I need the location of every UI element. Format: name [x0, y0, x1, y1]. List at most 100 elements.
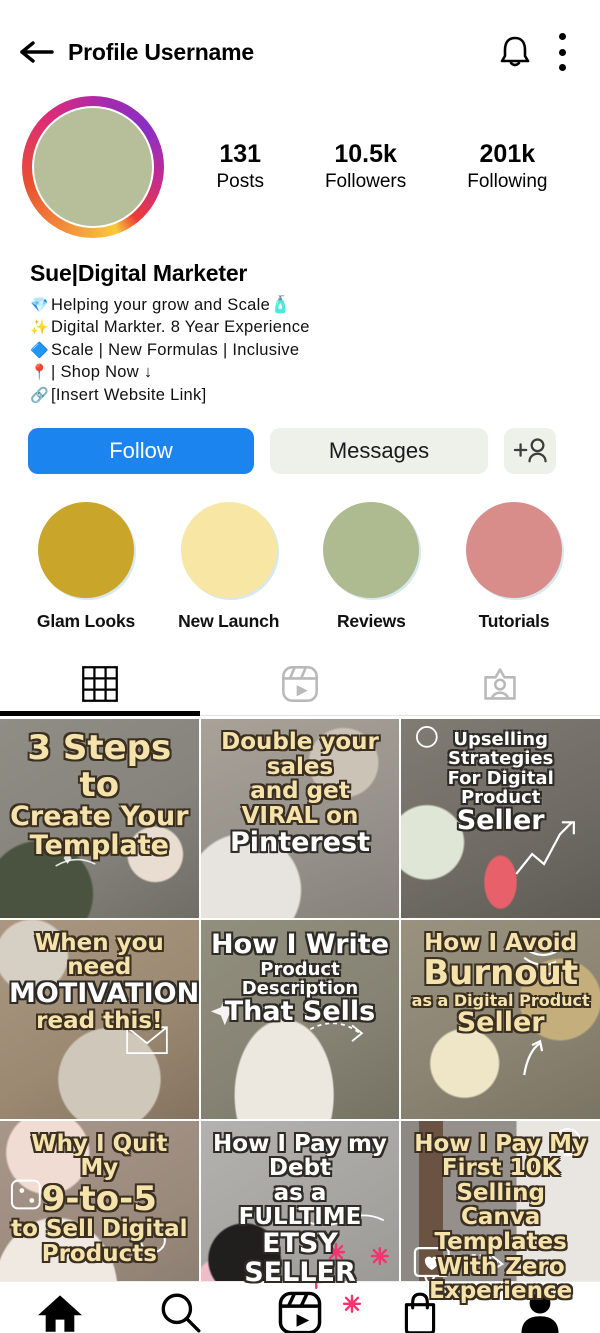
caption-line: to Sell Digital: [11, 1216, 188, 1243]
caption-line: How I Pay My: [414, 1130, 588, 1157]
post-caption: How I Avoid Burnout as a Digital Product…: [401, 920, 600, 1038]
highlight-cover: [38, 502, 134, 599]
blue-diamond-icon: 🔷: [30, 341, 49, 359]
caption-line: Create Your: [10, 800, 189, 832]
bio-line: 📍 | Shop Now ↓: [30, 361, 578, 383]
post-caption: How I Pay My First 10K Selling Canva Tem…: [401, 1121, 600, 1304]
caption-line: 9-to-5: [41, 1178, 157, 1219]
post-overlay: How I Pay My First 10K Selling Canva Tem…: [401, 1121, 600, 1320]
caption-line: Template: [29, 829, 169, 861]
kebab-menu-icon[interactable]: [558, 33, 566, 71]
avatar[interactable]: [22, 96, 164, 238]
add-user-icon: [510, 434, 550, 469]
bio-line-text: | Shop Now ↓: [50, 363, 153, 382]
story-highlights-row: Glam Looks New Launch Reviews Tutorials: [0, 474, 600, 632]
post-tile[interactable]: 3 Steps to Create Your Template: [0, 719, 199, 918]
caption-line: read this!: [36, 1007, 163, 1034]
following-label: Following: [467, 170, 548, 192]
caption-line: Seller: [456, 1006, 545, 1038]
highlight-label: Glam Looks: [36, 611, 136, 632]
tab-grid[interactable]: [0, 658, 200, 717]
caption-line: First 10K Selling: [441, 1155, 560, 1206]
caption-line-brand: Pinterest: [229, 826, 371, 858]
post-caption: Why I Quit My 9-to-5 to Sell Digital Pro…: [0, 1121, 199, 1267]
display-name: Sue|Digital Marketer: [30, 260, 248, 286]
post-tile[interactable]: How I Pay My First 10K Selling Canva Tem…: [401, 1120, 600, 1320]
tagged-person-icon: [480, 664, 520, 709]
top-bar: Profile Username: [0, 16, 600, 88]
posts-label: Posts: [216, 170, 264, 192]
sparkles-icon: ✨: [30, 319, 49, 337]
bio-line-text: Digital Markter. 8 Year Experience: [50, 318, 310, 337]
post-tile[interactable]: Why I Quit My 9-to-5 to Sell Digital Pro…: [0, 1120, 199, 1320]
bio-line-text: Helping your grow and Scale🧴: [50, 296, 291, 314]
caption-line: For Digital Product: [447, 767, 554, 808]
bio-line: ✨ Digital Markter. 8 Year Experience: [30, 316, 578, 338]
caption-line: ETSY SELLER: [244, 1227, 356, 1288]
profile-header: 131 Posts 10.5k Followers 201k Following: [0, 92, 600, 242]
follow-button[interactable]: Follow: [28, 428, 254, 475]
post-caption: How I Pay my Debt as a FULLTIME ETSY SEL…: [201, 1121, 400, 1288]
caption-line: Product Description: [241, 958, 359, 999]
stat-following[interactable]: 201k Following: [467, 140, 547, 194]
caption-line: Double your sales: [221, 729, 379, 780]
tab-reels[interactable]: [200, 658, 400, 715]
post-caption: Double your sales and get VIRAL on Pinte…: [201, 719, 400, 857]
post-grid: 3 Steps to Create Your Template Double y…: [0, 719, 600, 1320]
grid-icon: [81, 665, 119, 708]
highlight-tutorials[interactable]: Tutorials: [448, 502, 580, 632]
bio-line: 🔷 Scale | New Formulas | Inclusive: [30, 339, 578, 361]
caption-line: 3 Steps to: [27, 728, 172, 805]
link-icon: 🔗: [30, 386, 49, 404]
action-buttons-row: Follow Messages: [0, 406, 600, 475]
followers-label: Followers: [324, 170, 407, 192]
bio-website-line[interactable]: 🔗 [Insert Website Link]: [30, 384, 578, 406]
caption-line: and get VIRAL on: [241, 778, 359, 830]
post-caption: When you need MOTIVATION read this!: [0, 920, 199, 1034]
tab-tagged[interactable]: [400, 658, 600, 715]
following-count: 201k: [479, 139, 536, 168]
post-tile[interactable]: How I Pay my Debt as a FULLTIME ETSY SEL…: [200, 1120, 400, 1320]
caption-line: When you need: [34, 929, 164, 981]
highlight-label: Reviews: [336, 611, 406, 632]
back-arrow-icon[interactable]: [18, 37, 58, 67]
stat-followers[interactable]: 10.5k Followers: [325, 140, 406, 194]
bell-icon[interactable]: [494, 31, 536, 73]
post-caption: How I Write Product Description That Sel…: [201, 920, 400, 1027]
highlight-glam-looks[interactable]: Glam Looks: [20, 502, 152, 632]
caption-line: That Sells: [224, 996, 376, 1028]
post-tile[interactable]: How I Avoid Burnout as a Digital Product…: [401, 919, 600, 1119]
stat-posts[interactable]: 131 Posts: [216, 140, 264, 194]
caption-line: MOTIVATION: [9, 978, 199, 1010]
post-tile[interactable]: How I Write Product Description That Sel…: [200, 919, 400, 1119]
highlight-cover: [465, 502, 562, 599]
profile-tabs: [0, 658, 600, 717]
post-tile[interactable]: Double your sales and get VIRAL on Pinte…: [200, 719, 400, 918]
highlight-new-launch[interactable]: New Launch: [163, 502, 295, 632]
bio-line: 💎 Helping your grow and Scale🧴: [30, 294, 578, 316]
highlight-reviews[interactable]: Reviews: [305, 502, 437, 632]
highlight-cover: [323, 502, 420, 599]
post-tile[interactable]: Upselling Strategies For Digital Product…: [401, 719, 600, 918]
messages-button[interactable]: Messages: [270, 428, 488, 475]
caption-line: Canva Templates: [434, 1204, 567, 1255]
caption-line: Seller: [456, 805, 545, 837]
caption-line: Upselling Strategies: [447, 729, 554, 770]
caption-line: Why I Quit My: [31, 1130, 168, 1182]
post-caption: 3 Steps to Create Your Template: [0, 719, 199, 861]
highlight-label: Tutorials: [478, 611, 550, 632]
caption-line: How I Pay my Debt: [213, 1130, 387, 1182]
gem-icon: 💎: [30, 297, 49, 314]
add-user-button[interactable]: [504, 428, 556, 475]
highlight-cover: [180, 502, 277, 599]
bio-line-text: Scale | New Formulas | Inclusive: [50, 340, 300, 359]
caption-line: as a FULLTIME: [238, 1179, 362, 1231]
post-tile[interactable]: When you need MOTIVATION read this!: [0, 919, 199, 1119]
highlight-label: New Launch: [178, 611, 280, 632]
stats-row: 131 Posts 10.5k Followers 201k Following: [164, 140, 578, 194]
bio-section: Sue|Digital Marketer 💎 Helping your grow …: [0, 242, 600, 406]
caption-line: Products: [41, 1240, 157, 1267]
page-title: Profile Username: [68, 38, 254, 65]
bio-website-text: [Insert Website Link]: [50, 385, 207, 404]
caption-line: Experience: [429, 1278, 573, 1305]
